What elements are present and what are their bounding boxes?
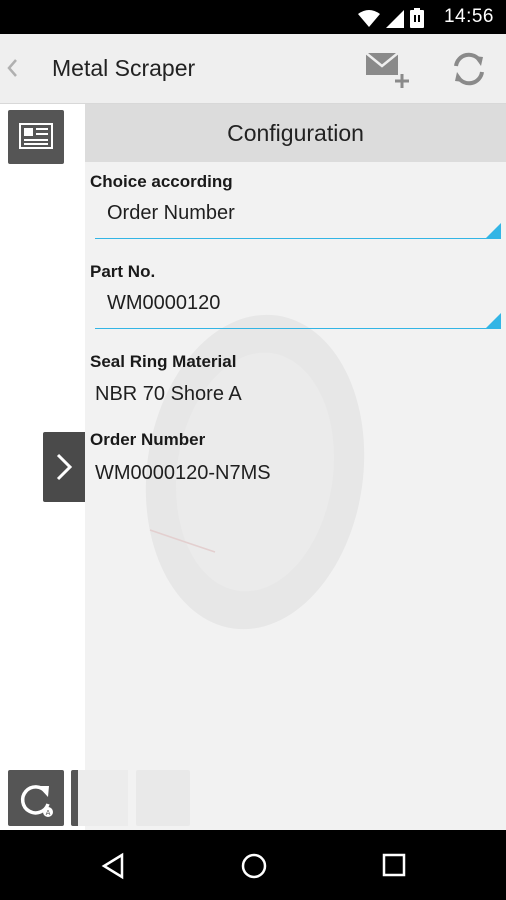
disabled-button <box>136 770 190 826</box>
dropdown-corner-icon <box>486 223 501 238</box>
action-bar: Metal Scraper <box>0 34 506 104</box>
order-value: WM0000120-N7MS <box>95 462 271 484</box>
panel-header: Configuration <box>85 104 506 162</box>
mail-add-icon <box>365 52 409 88</box>
chevron-right-icon <box>56 453 73 481</box>
expand-panel-button[interactable] <box>43 432 85 502</box>
svg-text:A: A <box>46 809 51 817</box>
part-value: WM0000120 <box>107 292 221 314</box>
order-label: Order Number <box>90 430 206 449</box>
refresh-button[interactable] <box>448 48 490 90</box>
nav-home-icon[interactable] <box>240 852 268 880</box>
nav-recents-icon[interactable] <box>382 853 406 877</box>
mail-add-button[interactable] <box>364 48 414 92</box>
choice-spinner[interactable]: Order Number <box>95 202 501 239</box>
material-value: NBR 70 Shore A <box>95 383 242 405</box>
reload-icon: A <box>20 785 53 817</box>
signal-icon <box>386 10 404 28</box>
configuration-panel: Configuration Choice according Order Num… <box>85 104 506 830</box>
part-spinner[interactable]: WM0000120 <box>95 292 501 329</box>
reload-button[interactable]: A <box>8 770 64 826</box>
document-button[interactable] <box>8 110 64 164</box>
document-icon <box>19 123 53 149</box>
nav-back-icon[interactable] <box>100 852 126 880</box>
navigation-bar <box>0 830 506 900</box>
material-label: Seal Ring Material <box>90 352 237 371</box>
choice-label: Choice according <box>90 172 233 191</box>
part-label: Part No. <box>90 262 156 281</box>
status-time: 14:56 <box>443 6 494 27</box>
battery-icon <box>410 8 424 28</box>
choice-value: Order Number <box>107 202 235 224</box>
app-title: Metal Scraper <box>52 55 196 81</box>
status-bar: 14:56 <box>0 0 506 34</box>
dropdown-corner-icon <box>486 313 501 328</box>
wifi-icon <box>358 10 380 27</box>
refresh-icon <box>454 52 484 86</box>
disabled-button <box>78 770 128 826</box>
back-chevron-icon[interactable] <box>6 58 18 78</box>
